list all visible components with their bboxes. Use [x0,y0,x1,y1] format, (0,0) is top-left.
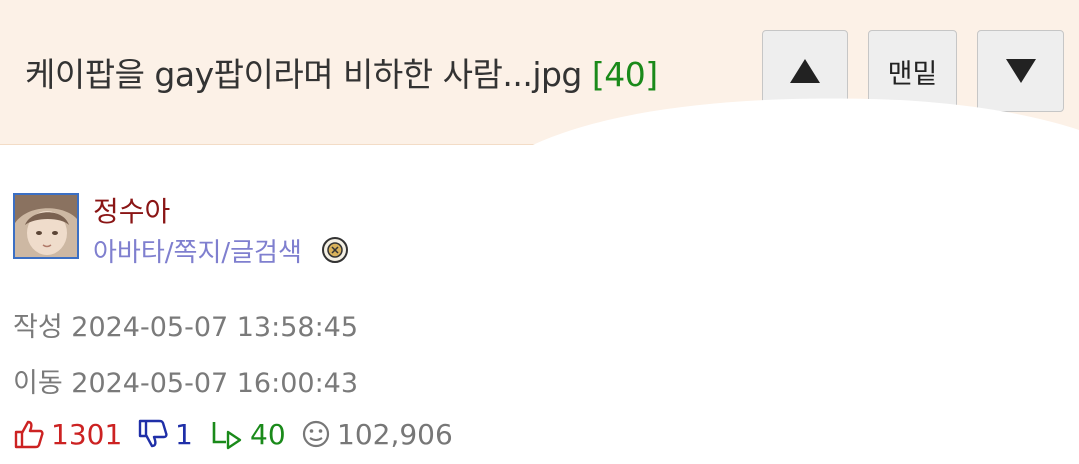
moved-timestamp: 이동 2024-05-07 16:00:43 [13,368,359,399]
author-links[interactable]: 아바타/쪽지/글검색 [93,232,302,269]
post-header: 케이팝을 gay팝이라며 비하한 사람...jpg [40] 맨밑 [0,0,1079,145]
thumbs-down-icon [138,419,168,448]
eye-view-icon [302,420,330,448]
post-title: 케이팝을 gay팝이라며 비하한 사람...jpg [40] [25,48,658,96]
thumbs-up-icon [14,420,44,449]
author-name[interactable]: 정수아 [93,190,170,230]
comment-count[interactable]: [40] [592,55,658,94]
upvote-stat[interactable]: 1301 [13,416,122,452]
reply-count: 40 [250,417,286,451]
scroll-bottom-button[interactable]: 맨밑 [868,30,957,112]
scroll-up-button[interactable] [762,30,848,112]
post-title-text: 케이팝을 gay팝이라며 비하한 사람...jpg [25,55,582,94]
member-badge-icon [322,237,348,263]
downvote-count: 1 [175,417,193,451]
reply-stat[interactable]: 40 [210,416,286,452]
triangle-up-icon [790,59,820,83]
triangle-down-icon [1005,59,1036,83]
reply-arrow-icon [212,422,242,450]
author-avatar[interactable] [13,193,79,259]
scroll-down-button[interactable] [977,30,1064,112]
view-count: 102,906 [337,417,453,451]
avatar-image [15,195,77,257]
created-timestamp: 작성 2024-05-07 13:58:45 [13,312,359,343]
downvote-stat[interactable]: 1 [137,416,193,452]
upvote-count: 1301 [51,417,123,451]
view-stat: 102,906 [301,416,453,452]
